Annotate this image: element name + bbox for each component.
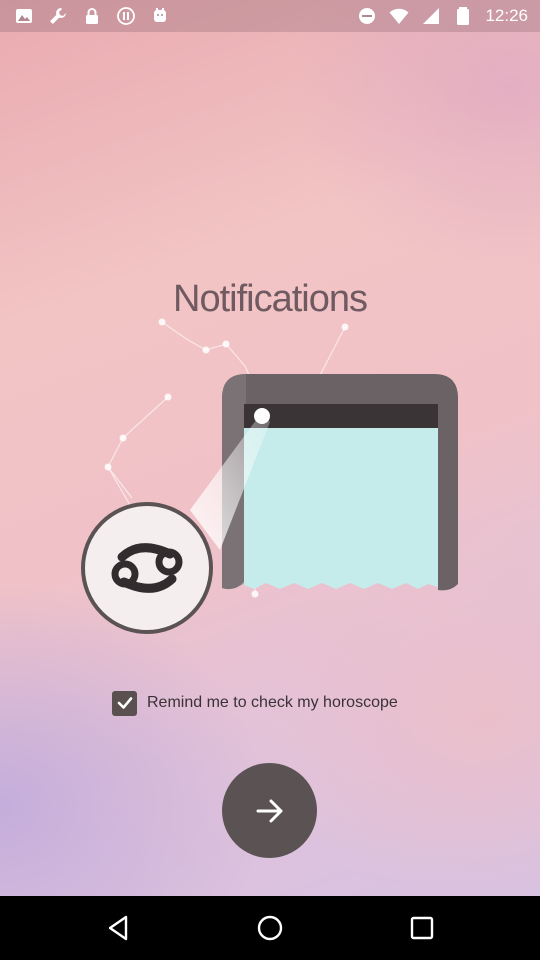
remind-checkbox-label: Remind me to check my horoscope xyxy=(147,694,398,711)
lock-icon xyxy=(82,6,102,26)
status-time: 12:26 xyxy=(485,6,528,25)
image-icon xyxy=(14,6,34,26)
navigation-bar xyxy=(0,896,540,960)
recents-button[interactable] xyxy=(406,912,438,944)
remind-checkbox-row[interactable]: Remind me to check my horoscope xyxy=(112,688,398,718)
remind-checkbox[interactable] xyxy=(112,690,137,716)
back-icon xyxy=(108,915,128,941)
status-bar: 12:26 xyxy=(0,0,540,32)
signal-icon xyxy=(421,6,441,26)
app-screen: 12:26 Notifications Remind me to check m… xyxy=(0,0,540,896)
checkmark-icon xyxy=(117,697,132,709)
pause-icon xyxy=(116,6,136,26)
wrench-icon xyxy=(48,6,68,26)
back-button[interactable] xyxy=(102,912,134,944)
android-icon xyxy=(150,6,170,26)
wifi-icon xyxy=(389,6,409,26)
arrow-right-icon xyxy=(256,799,282,822)
status-notification-icons xyxy=(14,6,170,26)
notifications-illustration xyxy=(70,310,470,640)
battery-icon xyxy=(453,6,473,26)
phone-illustration xyxy=(222,374,458,591)
next-button[interactable] xyxy=(222,763,317,858)
home-button[interactable] xyxy=(254,912,286,944)
cancer-zodiac-icon xyxy=(81,502,213,634)
recents-icon xyxy=(410,916,434,940)
status-system-icons: 12:26 xyxy=(357,6,528,26)
do-not-disturb-icon xyxy=(357,6,377,26)
home-icon xyxy=(257,915,283,941)
